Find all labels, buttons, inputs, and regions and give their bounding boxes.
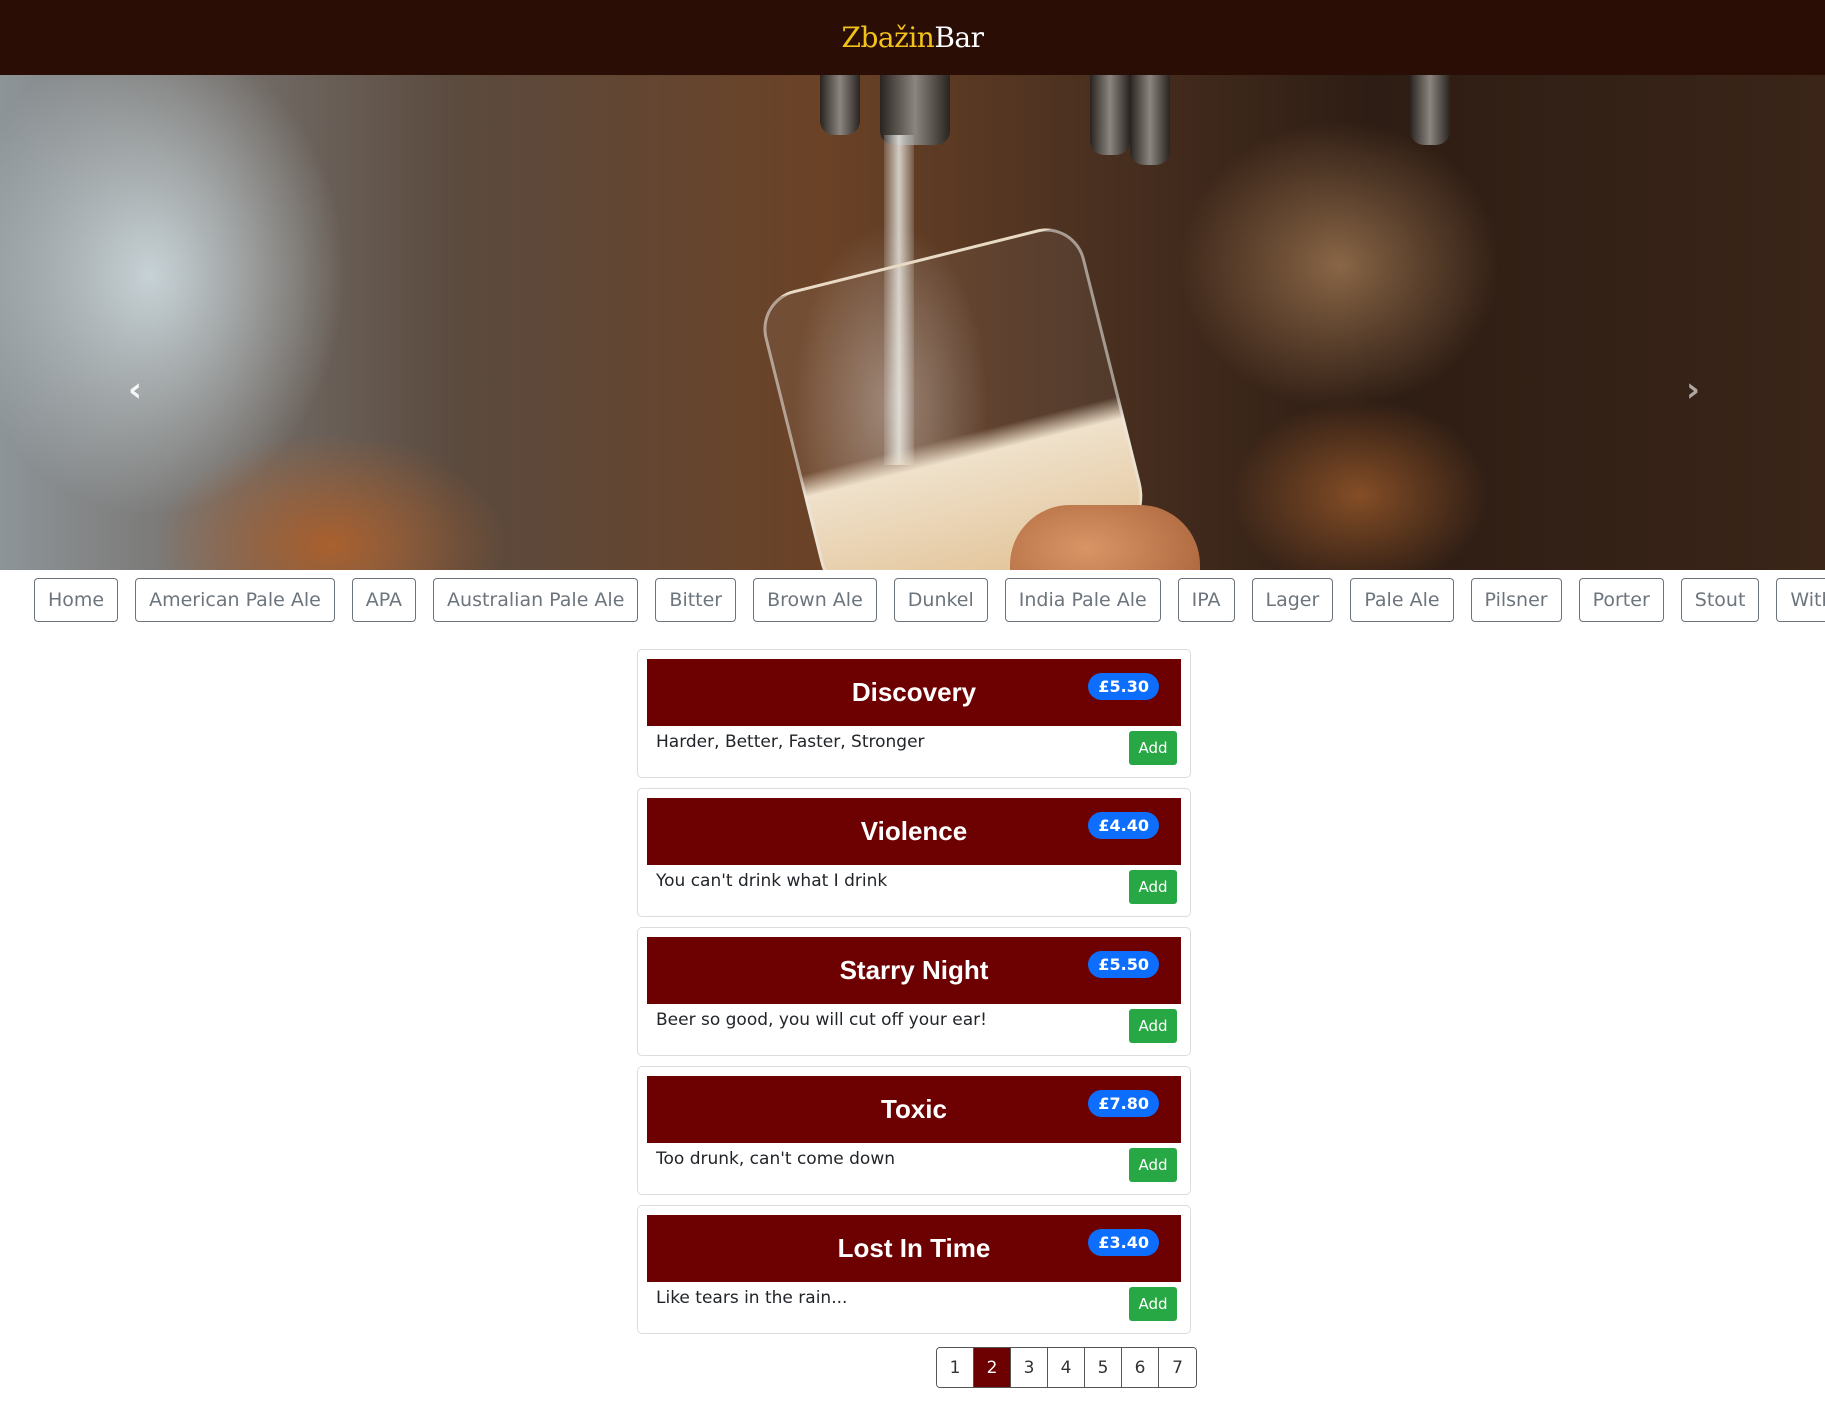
beer-card-body: Like tears in the rain... Add [647, 1282, 1181, 1326]
beer-description: Harder, Better, Faster, Stronger [656, 732, 925, 752]
beer-tap [1410, 75, 1450, 145]
category-button[interactable]: Australian Pale Ale [433, 578, 639, 622]
beer-card: Violence £4.40 You can't drink what I drin… [637, 788, 1191, 917]
beer-card-header: Starry Night £5.50 [647, 937, 1181, 1004]
add-to-order-button[interactable]: Add [1129, 731, 1177, 765]
category-button[interactable]: Stout [1680, 578, 1760, 622]
category-button[interactable]: Pale Ale [1350, 578, 1454, 622]
page-link-4[interactable]: 4 [1048, 1348, 1085, 1387]
beer-description: Beer so good, you will cut off your ear! [656, 1010, 987, 1030]
price-badge: £4.40 [1088, 812, 1159, 839]
beer-list: Discovery £5.30 Harder, Better, Faster, St… [637, 649, 1191, 1344]
beer-name: Violence [860, 816, 968, 846]
beer-card: Discovery £5.30 Harder, Better, Faster, St… [637, 649, 1191, 778]
beer-card-header: Lost In Time £3.40 [647, 1215, 1181, 1282]
category-nav: Home American Pale Ale APA Australian Pale … [34, 578, 1825, 622]
beer-card-header: Toxic £7.80 [647, 1076, 1181, 1143]
category-button[interactable]: Lager [1251, 578, 1334, 622]
category-button[interactable]: Brown Ale [753, 578, 877, 622]
page-link-6[interactable]: 6 [1122, 1348, 1159, 1387]
beer-card: Toxic £7.80 Too drunk, can't come down Add [637, 1066, 1191, 1195]
chevron-right-icon: › [1685, 370, 1700, 410]
hero-carousel: ‹ › [0, 75, 1825, 570]
brand-name-accent: Zbažin [841, 21, 935, 54]
carousel-next-button[interactable]: › [1673, 370, 1713, 410]
beer-card-header: Discovery £5.30 [647, 659, 1181, 726]
category-button[interactable]: Dunkel [893, 578, 988, 622]
beer-card-body: Harder, Better, Faster, Stronger Add [647, 726, 1181, 770]
carousel-prev-button[interactable]: ‹ [115, 370, 155, 410]
price-badge: £7.80 [1088, 1090, 1159, 1117]
add-to-order-button[interactable]: Add [1129, 870, 1177, 904]
beer-card-body: Too drunk, can't come down Add [647, 1143, 1181, 1187]
page-link-2[interactable]: 2 [974, 1348, 1011, 1387]
beer-card: Starry Night £5.50 Beer so good, you will … [637, 927, 1191, 1056]
beer-card-body: You can't drink what I drink Add [647, 865, 1181, 909]
hand [1010, 505, 1200, 570]
page-link-5[interactable]: 5 [1085, 1348, 1122, 1387]
beer-name: Starry Night [839, 955, 989, 985]
beer-tap [1130, 75, 1170, 165]
beer-name: Toxic [881, 1094, 947, 1124]
beer-description: Like tears in the rain... [656, 1288, 848, 1308]
page-link-7[interactable]: 7 [1159, 1348, 1196, 1387]
beer-card-header: Violence £4.40 [647, 798, 1181, 865]
category-button[interactable]: American Pale Ale [135, 578, 335, 622]
beer-description: You can't drink what I drink [656, 871, 888, 891]
category-button[interactable]: Porter [1578, 578, 1664, 622]
add-to-order-button[interactable]: Add [1129, 1287, 1177, 1321]
add-to-order-button[interactable]: Add [1129, 1009, 1177, 1043]
navbar: ZbažinBar [0, 0, 1825, 75]
category-button[interactable]: India Pale Ale [1004, 578, 1161, 622]
brand-logo[interactable]: ZbažinBar [842, 21, 984, 54]
beer-name: Discovery [851, 677, 977, 707]
category-button[interactable]: APA [351, 578, 417, 622]
beer-card-body: Beer so good, you will cut off your ear!… [647, 1004, 1181, 1048]
price-badge: £3.40 [1088, 1229, 1159, 1256]
category-button[interactable]: Witbier [1776, 578, 1825, 622]
beer-tap [820, 75, 860, 135]
pagination: 1234567 [936, 1347, 1197, 1388]
beer-card: Lost In Time £3.40 Like tears in the rain.… [637, 1205, 1191, 1334]
add-to-order-button[interactable]: Add [1129, 1148, 1177, 1182]
beer-name: Lost In Time [837, 1233, 991, 1263]
page-link-3[interactable]: 3 [1011, 1348, 1048, 1387]
category-button[interactable]: Home [34, 578, 119, 622]
category-button[interactable]: Pilsner [1470, 578, 1562, 622]
category-button[interactable]: IPA [1177, 578, 1235, 622]
price-badge: £5.30 [1088, 673, 1159, 700]
brand-name-rest: Bar [934, 21, 984, 54]
price-badge: £5.50 [1088, 951, 1159, 978]
page-link-1[interactable]: 1 [937, 1348, 974, 1387]
chevron-left-icon: ‹ [127, 370, 142, 410]
beer-description: Too drunk, can't come down [656, 1149, 896, 1169]
category-button[interactable]: Bitter [655, 578, 737, 622]
beer-tap [1090, 75, 1130, 155]
